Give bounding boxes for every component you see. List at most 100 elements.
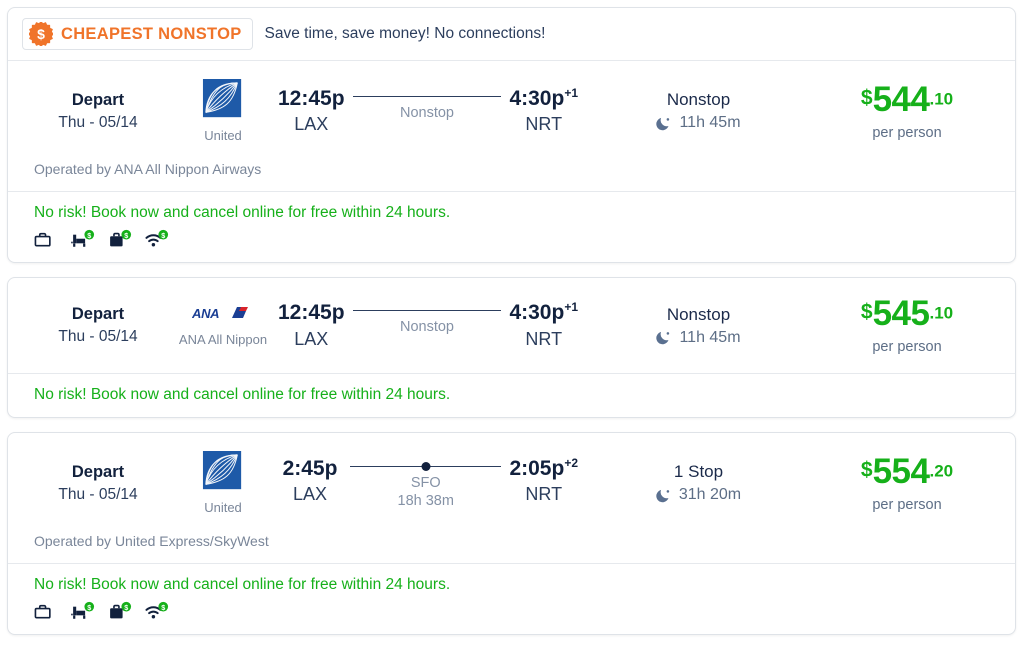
price-column[interactable]: $544.10 per person <box>819 82 995 141</box>
depart-date: Thu - 05/14 <box>28 486 168 504</box>
depart-column: Depart Thu - 05/14 <box>28 91 168 132</box>
svg-text:$: $ <box>87 603 91 612</box>
stops-column: Nonstop 11h 45m <box>578 305 819 347</box>
flight-summary-row[interactable]: Depart Thu - 05/14 ANA ANA All Nippon 12… <box>8 278 1015 373</box>
departure-time: 12:45p <box>278 301 345 324</box>
wifi-icon[interactable]: $ <box>145 229 169 249</box>
arrival-endpoint: 4:30p+1 NRT <box>509 87 578 135</box>
departure-endpoint: 12:45p LAX <box>278 87 345 135</box>
moon-icon <box>656 329 673 346</box>
svg-text:$: $ <box>124 603 128 612</box>
origin-airport: LAX <box>278 114 345 135</box>
arrival-endpoint: 2:05p+2 NRT <box>509 457 578 505</box>
flight-card[interactable]: Depart Thu - 05/14 ANA ANA All Nippon 12… <box>7 277 1016 418</box>
destination-airport: NRT <box>509 114 578 135</box>
price-column[interactable]: $545.10 per person <box>819 296 995 355</box>
price-per-person-label: per person <box>819 125 995 141</box>
arrival-endpoint: 4:30p+1 NRT <box>509 301 578 349</box>
stops-count: Nonstop <box>578 305 819 325</box>
price-currency: $ <box>861 458 873 481</box>
flight-card[interactable]: Depart Thu - 05/14 United 2:45p LAX <box>7 432 1016 635</box>
flight-results-list: $ CHEAPEST NONSTOP Save time, save money… <box>0 0 1023 635</box>
flight-summary-row[interactable]: Depart Thu - 05/14 United 12:45p LAX <box>8 61 1015 161</box>
total-duration: 31h 20m <box>578 486 819 504</box>
seat-icon[interactable]: $ <box>71 601 95 621</box>
svg-text:$: $ <box>161 231 165 240</box>
total-duration: 11h 45m <box>578 114 819 132</box>
svg-text:ANA: ANA <box>192 306 219 321</box>
amenities-row: $ $ $ <box>34 229 989 249</box>
personal-item-icon[interactable] <box>34 601 58 621</box>
svg-text:$: $ <box>124 231 128 240</box>
amenities-row: $ $ $ <box>34 601 989 621</box>
leg-indicator: Nonstop <box>345 310 510 336</box>
leg-label: Nonstop <box>351 318 504 336</box>
leg-line <box>350 466 501 467</box>
price-dollars: 554 <box>873 452 930 491</box>
dollar-burst-icon: $ <box>29 22 53 46</box>
stops-column: 1 Stop 31h 20m <box>578 462 819 504</box>
layover-duration: 18h 38m <box>348 493 503 509</box>
no-risk-message: No risk! Book now and cancel online for … <box>34 204 989 222</box>
flight-summary-row[interactable]: Depart Thu - 05/14 United 2:45p LAX <box>8 433 1015 533</box>
svg-text:$: $ <box>87 231 91 240</box>
departure-time: 2:45p <box>278 457 342 480</box>
duration-text: 31h 20m <box>679 486 741 504</box>
carry-on-bag-icon[interactable]: $ <box>108 229 132 249</box>
cheapest-nonstop-banner: $ CHEAPEST NONSTOP Save time, save money… <box>8 8 1015 61</box>
price-dollars: 545 <box>873 294 930 333</box>
stop-dot <box>421 462 430 471</box>
destination-airport: NRT <box>509 484 578 505</box>
airline-column: ANA ANA All Nippon <box>168 305 278 347</box>
united-logo <box>202 79 244 121</box>
origin-airport: LAX <box>278 484 342 505</box>
itinerary-column: 2:45p LAX SFO 18h 38m 2:05p+2 NRT <box>278 457 578 508</box>
stops-count: Nonstop <box>578 90 819 110</box>
price-per-person-label: per person <box>819 497 995 513</box>
badge-label: CHEAPEST NONSTOP <box>61 25 242 44</box>
no-risk-message: No risk! Book now and cancel online for … <box>34 576 989 594</box>
departure-endpoint: 12:45p LAX <box>278 301 345 349</box>
card-footer: No risk! Book now and cancel online for … <box>8 191 1015 262</box>
price: $554.20 <box>819 454 995 489</box>
price-currency: $ <box>861 86 873 109</box>
airline-name: United <box>168 500 278 515</box>
price-cents: .10 <box>929 304 953 323</box>
personal-item-icon[interactable] <box>34 229 58 249</box>
carry-on-bag-icon[interactable]: $ <box>108 601 132 621</box>
price-currency: $ <box>861 301 873 324</box>
price-column[interactable]: $554.20 per person <box>819 454 995 513</box>
arrive-day-offset: +1 <box>564 300 578 314</box>
operated-by-text: Operated by United Express/SkyWest <box>8 533 1015 563</box>
depart-column: Depart Thu - 05/14 <box>28 463 168 504</box>
leg-label: Nonstop <box>351 104 504 122</box>
operated-by-text: Operated by ANA All Nippon Airways <box>8 161 1015 191</box>
arrive-day-offset: +2 <box>564 456 578 470</box>
stops-count: 1 Stop <box>578 462 819 482</box>
wifi-icon[interactable]: $ <box>145 601 169 621</box>
svg-text:$: $ <box>161 603 165 612</box>
moon-icon <box>656 487 673 504</box>
price-cents: .20 <box>929 461 953 480</box>
duration-text: 11h 45m <box>679 329 740 347</box>
arrival-time: 2:05p+2 <box>509 457 578 480</box>
airline-name: United <box>168 128 278 143</box>
price-per-person-label: per person <box>819 339 995 355</box>
price: $544.10 <box>819 82 995 117</box>
svg-text:$: $ <box>37 26 45 42</box>
depart-label: Depart <box>28 91 168 110</box>
united-logo <box>202 451 244 493</box>
depart-label: Depart <box>28 463 168 482</box>
ana-logo: ANA <box>192 305 254 322</box>
departure-time: 12:45p <box>278 87 345 110</box>
seat-icon[interactable]: $ <box>71 229 95 249</box>
price-dollars: 544 <box>873 80 930 119</box>
airline-name: ANA All Nippon <box>168 332 278 347</box>
arrival-time: 4:30p+1 <box>509 87 578 110</box>
leg-indicator: SFO 18h 38m <box>342 466 509 508</box>
price: $545.10 <box>819 296 995 331</box>
destination-airport: NRT <box>509 329 578 350</box>
arrive-day-offset: +1 <box>564 86 578 100</box>
arrival-time: 4:30p+1 <box>509 301 578 324</box>
flight-card[interactable]: $ CHEAPEST NONSTOP Save time, save money… <box>7 7 1016 263</box>
